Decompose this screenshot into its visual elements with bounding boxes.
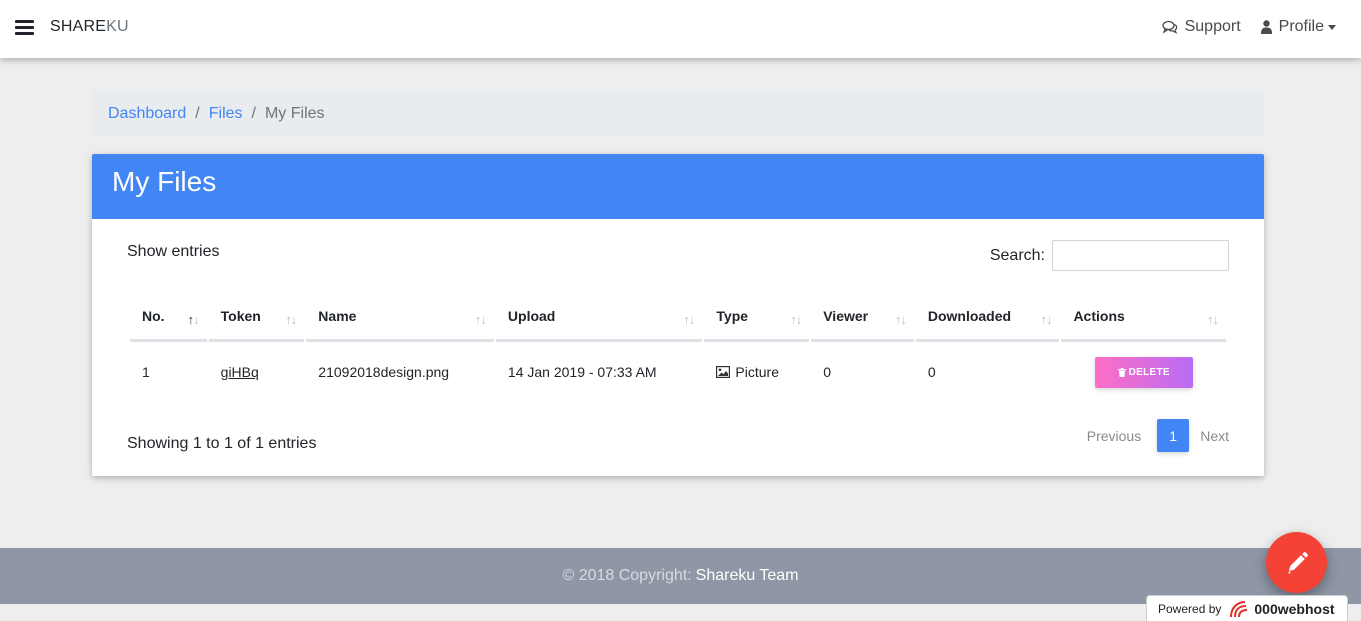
column-header-no[interactable]: No. ↑↓ bbox=[130, 292, 207, 342]
webhost-logo-icon bbox=[1230, 600, 1248, 617]
search-input[interactable] bbox=[1052, 240, 1229, 271]
sort-icon: ↑↓ bbox=[1207, 312, 1219, 327]
sort-icon: ↑↓ bbox=[1040, 312, 1052, 327]
pagination-page-1[interactable]: 1 bbox=[1157, 419, 1190, 452]
column-label: Type bbox=[716, 307, 749, 324]
support-link[interactable]: Support bbox=[1161, 18, 1241, 36]
profile-dropdown[interactable]: Profile bbox=[1260, 18, 1336, 36]
pencil-icon bbox=[1287, 551, 1308, 574]
cell-upload: 14 Jan 2019 - 07:33 AM bbox=[507, 364, 657, 380]
host-name: 000webhost bbox=[1254, 600, 1335, 617]
files-table: No. ↑↓ Token ↑↓ Name ↑↓ Upload ↑↓ Type ↑↓ Vie… bbox=[128, 292, 1228, 402]
sort-icon: ↑↓ bbox=[683, 312, 695, 327]
card-title: My Files bbox=[92, 154, 1264, 219]
breadcrumb-files[interactable]: Files bbox=[209, 105, 243, 123]
search-group: Search: bbox=[990, 240, 1229, 271]
footer-copyright: © 2018 Copyright: bbox=[562, 567, 692, 584]
search-label: Search: bbox=[989, 246, 1045, 264]
comments-icon bbox=[1161, 20, 1177, 34]
cell-actions: DELETE bbox=[1061, 342, 1226, 402]
brand-logo[interactable]: SHAREKU bbox=[50, 18, 129, 36]
show-entries-label: Show entries bbox=[127, 243, 220, 260]
column-label: Token bbox=[220, 307, 261, 324]
profile-label: Profile bbox=[1278, 18, 1324, 35]
column-header-viewer[interactable]: Viewer ↑↓ bbox=[811, 292, 914, 342]
top-navbar: SHAREKU Support Profile bbox=[0, 0, 1361, 58]
sort-icon: ↑↓ bbox=[894, 312, 907, 327]
column-header-token[interactable]: Token ↑↓ bbox=[208, 292, 305, 342]
cell-downloaded: 0 bbox=[927, 364, 936, 380]
column-label: Upload bbox=[507, 307, 556, 324]
column-header-actions[interactable]: Actions ↑↓ bbox=[1061, 292, 1226, 342]
breadcrumb-separator: / bbox=[251, 104, 256, 122]
image-icon bbox=[716, 366, 731, 378]
breadcrumb-dashboard[interactable]: Dashboard bbox=[108, 105, 186, 123]
sort-icon: ↑↓ bbox=[187, 312, 200, 327]
column-label: Viewer bbox=[823, 307, 869, 324]
pagination-next[interactable]: Next bbox=[1200, 428, 1229, 444]
column-header-name[interactable]: Name ↑↓ bbox=[306, 292, 494, 342]
type-label: Picture bbox=[735, 364, 779, 380]
cell-no: 1 bbox=[142, 364, 150, 380]
my-files-card: My Files Show entries Search: No. ↑↓ Toke… bbox=[92, 154, 1264, 476]
powered-by-label: Powered by bbox=[1158, 601, 1222, 616]
column-label: Actions bbox=[1073, 307, 1125, 324]
column-label: Downloaded bbox=[927, 307, 1012, 324]
brand-accent: KU bbox=[106, 18, 129, 35]
sort-icon: ↑↓ bbox=[790, 312, 802, 327]
pagination-previous[interactable]: Previous bbox=[1087, 428, 1141, 444]
breadcrumb-current: My Files bbox=[264, 104, 325, 122]
host-logo: 000webhost bbox=[1229, 600, 1335, 618]
support-label: Support bbox=[1184, 18, 1241, 35]
delete-label: DELETE bbox=[1128, 366, 1170, 378]
caret-down-icon bbox=[1328, 24, 1336, 30]
sort-icon: ↑↓ bbox=[474, 312, 487, 327]
table-row: 1 giHBq 21092018design.png 14 Jan 2019 -… bbox=[130, 342, 1226, 402]
footer-team-link[interactable]: Shareku Team bbox=[696, 567, 799, 585]
trash-icon bbox=[1117, 367, 1126, 377]
user-icon bbox=[1260, 20, 1272, 34]
hamburger-icon[interactable] bbox=[15, 20, 34, 35]
cell-viewer: 0 bbox=[823, 364, 832, 380]
delete-button[interactable]: DELETE bbox=[1094, 356, 1193, 388]
token-link[interactable]: giHBq bbox=[221, 364, 259, 380]
cell-token: giHBq bbox=[209, 342, 305, 402]
showing-entries-text: Showing 1 to 1 of 1 entries bbox=[127, 435, 317, 452]
fab-edit-button[interactable] bbox=[1266, 532, 1327, 593]
breadcrumb: Dashboard / Files / My Files bbox=[92, 90, 1264, 137]
pagination: Previous 1 Next bbox=[1087, 419, 1229, 452]
column-label: Name bbox=[318, 307, 357, 324]
column-header-type[interactable]: Type ↑↓ bbox=[704, 292, 810, 342]
powered-by-badge[interactable]: Powered by 000webhost bbox=[1146, 595, 1348, 621]
brand-main: SHARE bbox=[50, 18, 107, 35]
cell-name: 21092018design.png bbox=[318, 364, 450, 380]
sort-icon: ↑↓ bbox=[285, 312, 297, 327]
column-header-upload[interactable]: Upload ↑↓ bbox=[495, 292, 703, 342]
breadcrumb-separator: / bbox=[195, 104, 200, 122]
column-header-downloaded[interactable]: Downloaded ↑↓ bbox=[915, 292, 1060, 342]
cell-type: Picture bbox=[704, 342, 809, 402]
column-label: No. bbox=[142, 307, 165, 324]
